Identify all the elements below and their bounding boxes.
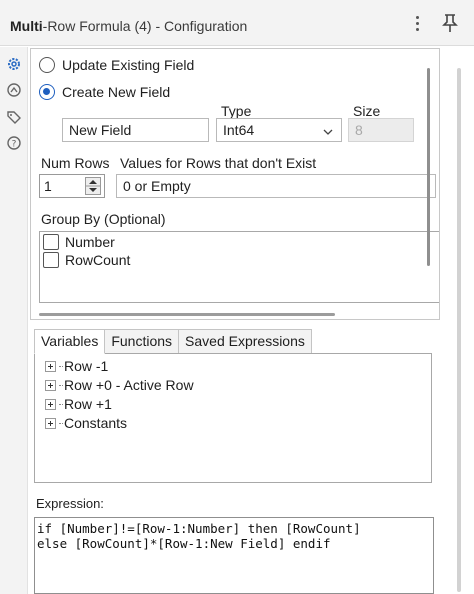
expression-label: Expression: bbox=[36, 496, 104, 511]
left-rail: ? bbox=[0, 47, 28, 594]
nonexist-select[interactable]: 0 or Empty bbox=[116, 174, 436, 198]
expression-line-1: if [Number]!=[Row-1:Number] then [RowCou… bbox=[37, 521, 361, 536]
update-existing-label: Update Existing Field bbox=[62, 57, 195, 73]
node-icon[interactable] bbox=[6, 82, 22, 98]
tag-icon[interactable] bbox=[6, 109, 22, 125]
tree-item-row-active[interactable]: Row +0 - Active Row bbox=[45, 377, 194, 393]
title-rest: -Row Formula (4) - Configuration bbox=[42, 18, 248, 34]
tab-saved-expressions[interactable]: Saved Expressions bbox=[178, 329, 312, 353]
tree-item-constants[interactable]: Constants bbox=[45, 415, 127, 431]
size-label: Size bbox=[353, 103, 381, 119]
chevron-down-icon bbox=[323, 124, 333, 135]
type-select-value: Int64 bbox=[223, 122, 255, 138]
update-existing-radio[interactable]: Update Existing Field bbox=[39, 57, 194, 73]
tab-variables[interactable]: Variables bbox=[34, 329, 106, 354]
title-bar: Multi-Row Formula (4) - Configuration bbox=[0, 0, 474, 46]
tree-connector bbox=[59, 365, 63, 367]
group-by-item-label: Number bbox=[65, 234, 115, 250]
create-new-radio[interactable]: Create New Field bbox=[39, 84, 170, 100]
radio-circle-create[interactable] bbox=[39, 84, 55, 100]
checkbox-number[interactable] bbox=[43, 234, 59, 250]
tree-item-row-plus-1[interactable]: Row +1 bbox=[45, 396, 112, 412]
variables-tree: Row -1 Row +0 - Active Row Row +1 Consta… bbox=[34, 353, 432, 483]
window-title: Multi-Row Formula (4) - Configuration bbox=[10, 18, 247, 34]
group-by-item-rowcount[interactable]: RowCount bbox=[43, 252, 130, 268]
size-input[interactable]: 8 bbox=[348, 118, 414, 142]
expression-tabs: Variables Functions Saved Expressions bbox=[34, 329, 312, 354]
num-rows-label: Num Rows bbox=[41, 155, 110, 171]
group-by-label: Group By (Optional) bbox=[41, 211, 166, 227]
radio-circle-update[interactable] bbox=[39, 57, 55, 73]
panel-vertical-scrollbar[interactable] bbox=[427, 68, 430, 266]
num-rows-value: 1 bbox=[44, 178, 52, 194]
tree-item-label: Row +0 - Active Row bbox=[64, 377, 194, 393]
group-by-item-number[interactable]: Number bbox=[43, 234, 115, 250]
nonexist-label: Values for Rows that don't Exist bbox=[120, 155, 317, 171]
tree-connector bbox=[59, 403, 63, 405]
tree-connector bbox=[59, 422, 63, 424]
more-options-icon[interactable] bbox=[412, 15, 422, 31]
tree-item-label: Constants bbox=[64, 415, 128, 431]
stepper-arrows-icon[interactable] bbox=[85, 177, 101, 195]
group-by-item-label: RowCount bbox=[65, 252, 131, 268]
checkbox-rowcount[interactable] bbox=[43, 252, 59, 268]
type-select[interactable]: Int64 bbox=[216, 118, 342, 142]
help-icon[interactable]: ? bbox=[6, 135, 22, 151]
tree-connector bbox=[59, 384, 63, 386]
expand-icon[interactable] bbox=[45, 398, 56, 410]
svg-text:?: ? bbox=[12, 140, 17, 150]
type-label: Type bbox=[221, 103, 252, 119]
outer-vertical-scrollbar[interactable] bbox=[457, 68, 461, 592]
create-new-label: Create New Field bbox=[62, 84, 171, 100]
tree-item-label: Row -1 bbox=[64, 358, 109, 374]
tree-item-row-minus-1[interactable]: Row -1 bbox=[45, 358, 108, 374]
gear-icon[interactable] bbox=[6, 56, 22, 72]
config-panel: Update Existing Field Create New Field T… bbox=[30, 48, 440, 320]
tab-functions[interactable]: Functions bbox=[104, 329, 180, 353]
expression-editor[interactable]: if [Number]!=[Row-1:Number] then [RowCou… bbox=[34, 517, 434, 594]
expression-line-2: else [RowCount]*[Row-1:New Field] endif bbox=[37, 536, 331, 551]
title-bold: Multi bbox=[10, 18, 43, 34]
pin-icon[interactable] bbox=[442, 13, 458, 33]
new-field-name-input[interactable]: New Field bbox=[62, 118, 209, 142]
expand-icon[interactable] bbox=[45, 379, 56, 391]
horizontal-scrollbar[interactable] bbox=[39, 313, 335, 316]
num-rows-stepper[interactable]: 1 bbox=[39, 174, 105, 198]
tree-item-label: Row +1 bbox=[64, 396, 112, 412]
group-by-list: Number RowCount bbox=[39, 231, 439, 303]
expand-icon[interactable] bbox=[45, 360, 56, 372]
expand-icon[interactable] bbox=[45, 417, 56, 429]
